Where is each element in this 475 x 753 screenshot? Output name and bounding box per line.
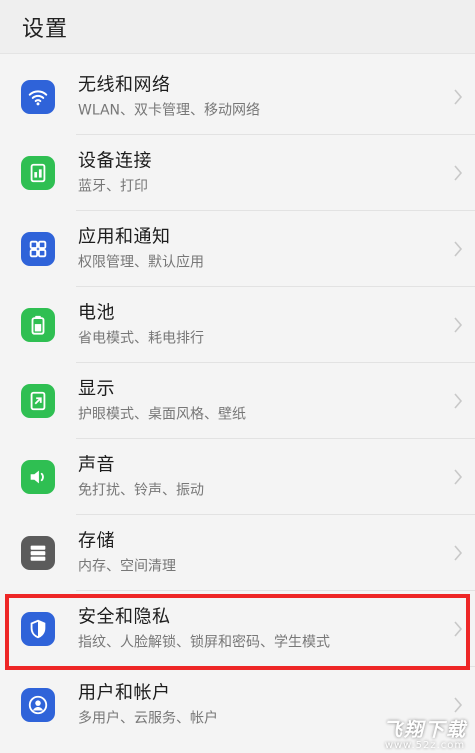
item-title: 电池 — [78, 302, 115, 324]
settings-screen: 设置 无线和网络 WLAN、双卡管理、移动网络 设备连接 蓝牙、打印 应用和通知… — [0, 0, 475, 753]
item-subtitle: 多用户、云服务、帐户 — [78, 710, 218, 727]
settings-item-sound[interactable]: 声音 免打扰、铃声、振动 — [0, 439, 475, 515]
chevron-right-icon — [453, 620, 463, 638]
item-subtitle: 蓝牙、打印 — [78, 178, 148, 195]
settings-item-device-connection[interactable]: 设备连接 蓝牙、打印 — [0, 135, 475, 211]
user-icon — [21, 688, 55, 722]
device-connection-icon — [21, 156, 55, 190]
item-title: 无线和网络 — [78, 74, 171, 96]
chevron-right-icon — [453, 240, 463, 258]
battery-icon — [21, 308, 55, 342]
wifi-icon — [21, 80, 55, 114]
item-title: 用户和帐户 — [78, 682, 171, 704]
item-subtitle: 护眼模式、桌面风格、壁纸 — [78, 406, 246, 423]
apps-grid-icon — [21, 232, 55, 266]
item-title: 声音 — [78, 454, 115, 476]
settings-list: 无线和网络 WLAN、双卡管理、移动网络 设备连接 蓝牙、打印 应用和通知 权限… — [0, 59, 475, 743]
item-subtitle: 权限管理、默认应用 — [78, 254, 204, 271]
item-subtitle: 内存、空间清理 — [78, 558, 176, 575]
watermark-url: www.52z.com — [384, 740, 466, 751]
chevron-right-icon — [453, 392, 463, 410]
speaker-icon — [21, 460, 55, 494]
item-title: 存储 — [78, 530, 115, 552]
chevron-right-icon — [453, 316, 463, 334]
settings-item-security-privacy[interactable]: 安全和隐私 指纹、人脸解锁、锁屏和密码、学生模式 — [0, 591, 475, 667]
settings-item-wireless-network[interactable]: 无线和网络 WLAN、双卡管理、移动网络 — [0, 59, 475, 135]
settings-item-battery[interactable]: 电池 省电模式、耗电排行 — [0, 287, 475, 363]
chevron-right-icon — [453, 88, 463, 106]
item-title: 设备连接 — [78, 150, 152, 172]
header-bar: 设置 — [0, 0, 475, 54]
page-title: 设置 — [22, 16, 69, 42]
item-subtitle: 省电模式、耗电排行 — [78, 330, 204, 347]
item-subtitle: 指纹、人脸解锁、锁屏和密码、学生模式 — [78, 634, 330, 651]
watermark-text: 飞翔下载 — [382, 719, 467, 741]
settings-item-storage[interactable]: 存储 内存、空间清理 — [0, 515, 475, 591]
chevron-right-icon — [453, 164, 463, 182]
chevron-right-icon — [453, 468, 463, 486]
item-title: 应用和通知 — [78, 226, 171, 248]
display-icon — [21, 384, 55, 418]
chevron-right-icon — [453, 544, 463, 562]
item-subtitle: 免打扰、铃声、振动 — [78, 482, 204, 499]
settings-item-display[interactable]: 显示 护眼模式、桌面风格、壁纸 — [0, 363, 475, 439]
chevron-right-icon — [453, 696, 463, 714]
storage-icon — [21, 536, 55, 570]
watermark-logo: 飞翔下载 www.52z.com — [383, 715, 467, 751]
item-title: 安全和隐私 — [78, 606, 171, 628]
item-title: 显示 — [78, 378, 115, 400]
settings-item-apps-notifications[interactable]: 应用和通知 权限管理、默认应用 — [0, 211, 475, 287]
item-subtitle: WLAN、双卡管理、移动网络 — [78, 102, 261, 119]
shield-icon — [21, 612, 55, 646]
